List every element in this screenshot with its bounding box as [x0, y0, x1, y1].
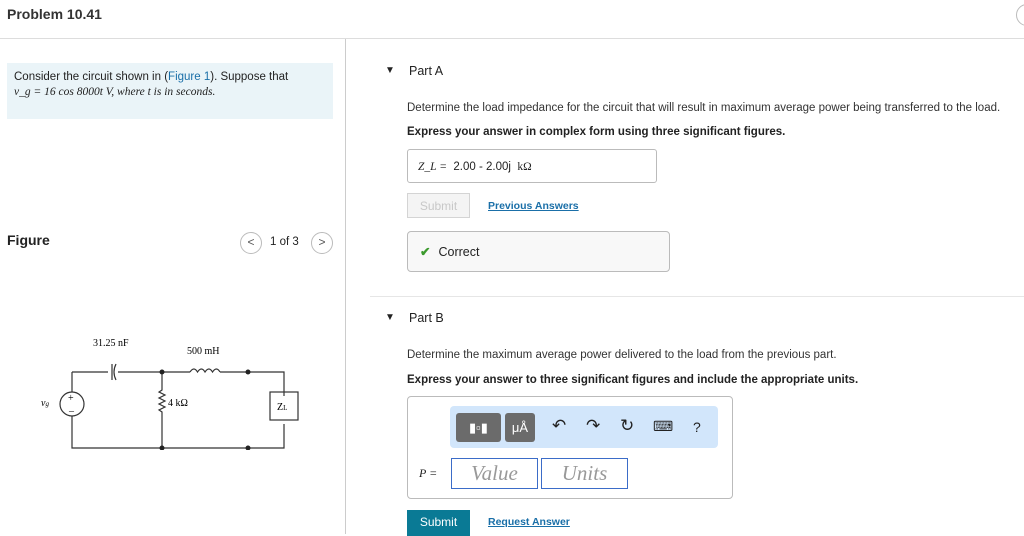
panel-divider [345, 39, 346, 534]
intro-text: ). Suppose that [210, 71, 289, 83]
help-button[interactable]: ? [693, 419, 701, 435]
part-a-label[interactable]: Part A [409, 64, 443, 78]
part-b-question: Determine the maximum average power deli… [407, 349, 837, 361]
prev-figure-button[interactable]: < [240, 232, 262, 254]
keyboard-icon[interactable]: ⌨ [653, 418, 673, 435]
part-a-answer-box: Z_L = 2.00 - 2.00j kΩ [407, 149, 657, 183]
previous-answers-link[interactable]: Previous Answers [488, 200, 579, 212]
page-title: Problem 10.41 [7, 6, 102, 22]
figure-link[interactable]: Figure 1 [168, 71, 210, 83]
answer-variable: Z_L = [418, 161, 447, 173]
source-equation: v_g = 16 cos 8000t V, where t is in seco… [14, 86, 216, 98]
load-label: ZL [277, 402, 287, 413]
inductor-label: 500 mH [187, 346, 220, 357]
units-button[interactable]: μÅ [505, 413, 535, 442]
part-a-instruction: Express your answer in complex form usin… [407, 126, 786, 138]
reset-icon[interactable]: ↻ [620, 416, 634, 436]
part-b-label[interactable]: Part B [409, 311, 444, 325]
collapse-part-b-icon[interactable]: ▼ [385, 312, 395, 323]
answer-variable: P = [419, 466, 438, 480]
next-figure-button[interactable]: > [311, 232, 333, 254]
part-a-question: Determine the load impedance for the cir… [407, 102, 1001, 114]
units-input[interactable]: Units [541, 458, 628, 489]
templates-button[interactable]: ▮▫▮ [456, 413, 501, 442]
figure-page: 1 of 3 [270, 236, 299, 248]
divider [370, 296, 1024, 297]
source-label: vg [41, 398, 49, 409]
request-answer-link[interactable]: Request Answer [488, 516, 570, 528]
answer-value: 2.00 - 2.00j [453, 161, 511, 173]
problem-intro: Consider the circuit shown in (Figure 1)… [7, 63, 333, 119]
submit-button[interactable]: Submit [407, 510, 470, 536]
divider [0, 38, 1024, 39]
part-b-instruction: Express your answer to three significant… [407, 374, 859, 386]
svg-text:–: – [68, 406, 75, 417]
collapse-part-a-icon[interactable]: ▼ [385, 65, 395, 76]
redo-icon[interactable]: ↷ [586, 416, 600, 436]
feedback-text: Correct [438, 245, 480, 259]
math-toolbar: ▮▫▮ μÅ ↶ ↷ ↻ ⌨ ? [450, 406, 718, 448]
submit-button-disabled: Submit [407, 193, 470, 218]
capacitor-label: 31.25 nF [93, 338, 129, 349]
circuit-diagram: 31.25 nF 500 mH 4 kΩ ZL vg + – [41, 338, 299, 450]
resistor-label: 4 kΩ [168, 398, 188, 409]
svg-text:+: + [68, 393, 74, 404]
undo-icon[interactable]: ↶ [552, 416, 566, 436]
value-input[interactable]: Value [451, 458, 538, 489]
figure-label: Figure [7, 232, 50, 248]
check-icon: ✔ [420, 245, 431, 259]
answer-unit: kΩ [517, 161, 532, 173]
top-right-button[interactable] [1016, 4, 1024, 26]
intro-text: Consider the circuit shown in ( [14, 71, 169, 83]
correct-feedback: ✔ Correct [407, 231, 670, 272]
